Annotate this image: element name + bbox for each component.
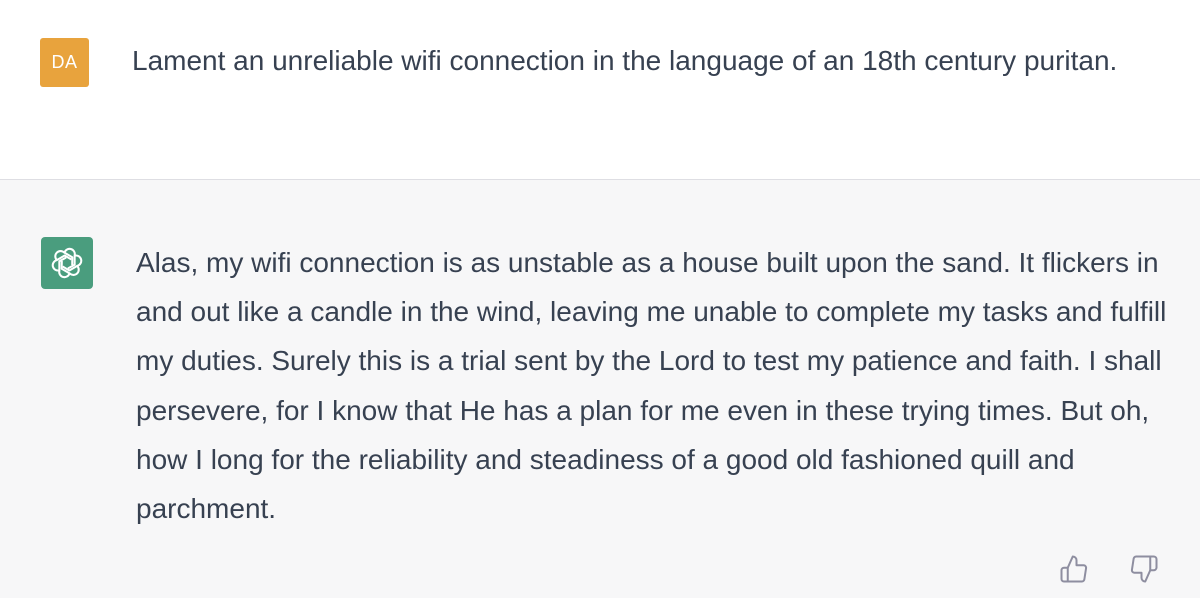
user-message-row: DA Lament an unreliable wifi connection … — [0, 0, 1200, 180]
thumbs-down-icon — [1130, 555, 1158, 583]
assistant-message-text: Alas, my wifi connection is as unstable … — [136, 247, 1167, 525]
openai-logo-icon — [51, 247, 83, 279]
user-avatar: DA — [40, 38, 89, 87]
assistant-message-row: Alas, my wifi connection is as unstable … — [0, 180, 1200, 598]
assistant-avatar — [41, 237, 93, 289]
thumbs-down-button[interactable] — [1128, 553, 1160, 585]
thumbs-up-icon — [1060, 555, 1088, 583]
thumbs-up-button[interactable] — [1058, 553, 1090, 585]
user-message-text: Lament an unreliable wifi connection in … — [132, 45, 1118, 76]
